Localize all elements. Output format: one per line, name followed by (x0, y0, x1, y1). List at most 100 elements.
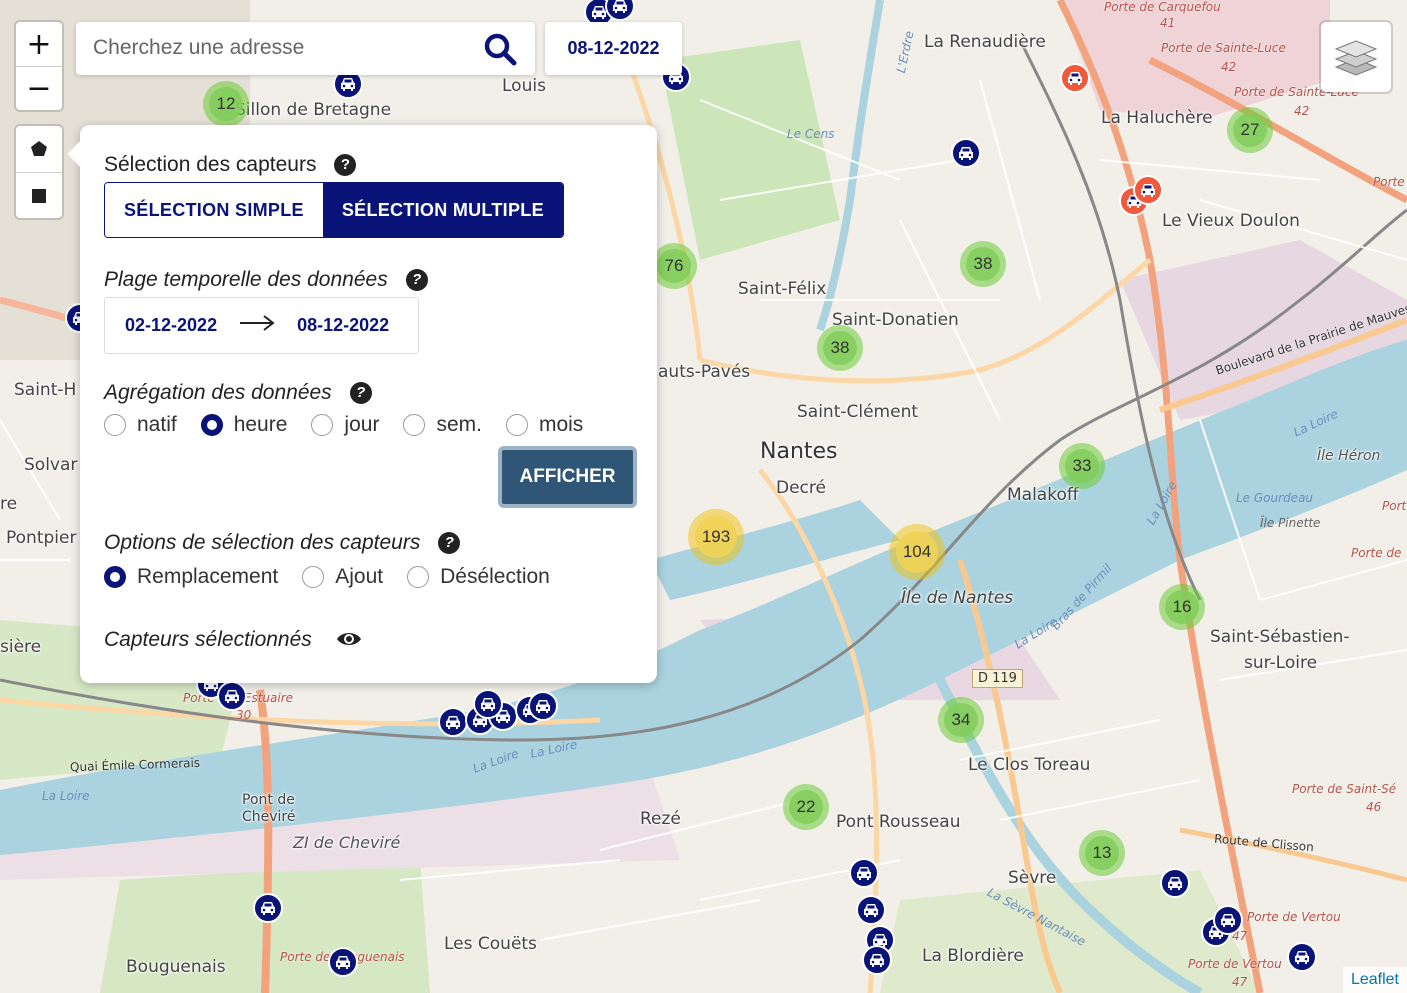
sensor-marker-car-icon[interactable] (862, 945, 892, 975)
gate-label: Porte de Sainte-Luce (1161, 41, 1286, 55)
zoom-control: + − (16, 22, 62, 110)
section-title: Capteurs sélectionnés (104, 628, 362, 655)
selection-option[interactable]: Désélection (407, 565, 550, 589)
date-range-picker[interactable]: 02-12-2022 08-12-2022 (104, 297, 419, 354)
sensor-cluster[interactable]: 12 (203, 81, 249, 127)
place-label: Pont Rousseau (836, 812, 961, 832)
sensor-marker-car-icon[interactable] (849, 858, 879, 888)
sensor-marker-car-icon[interactable] (328, 947, 358, 977)
layers-icon (1334, 40, 1378, 76)
radio-button[interactable] (403, 414, 426, 436)
radio-button-selected[interactable] (200, 414, 223, 436)
help-icon[interactable]: ? (349, 381, 372, 404)
attribution-link[interactable]: Leaflet (1342, 967, 1407, 993)
sensor-marker-car-icon[interactable] (951, 138, 981, 168)
sensor-marker-car-icon[interactable] (528, 691, 558, 721)
place-label: Île Héron (1317, 448, 1381, 464)
sensor-marker-car-icon[interactable] (1160, 868, 1190, 898)
aggregation-option[interactable]: jour (311, 413, 379, 437)
gate-label: Porte (1373, 175, 1405, 189)
sensor-marker-car-icon[interactable] (473, 689, 503, 719)
sensor-marker-car-icon[interactable] (253, 893, 283, 923)
place-label: Pont de (242, 792, 295, 808)
gate-label: Port (1382, 499, 1407, 513)
sensor-cluster[interactable]: 13 (1079, 830, 1125, 876)
place-label: Decré (776, 478, 826, 498)
aggregation-option[interactable]: heure (200, 413, 287, 437)
place-label: Pontpier (6, 528, 77, 548)
multiple-selection-button[interactable]: SÉLECTION MULTIPLE (322, 183, 563, 237)
help-icon[interactable]: ? (405, 268, 428, 291)
radio-button[interactable] (311, 414, 334, 436)
sensor-marker-car-icon[interactable] (1287, 942, 1317, 972)
place-label: Saint-Félix (738, 279, 827, 299)
search-icon[interactable] (483, 32, 517, 71)
place-label: Île de Nantes (901, 588, 1014, 608)
place-label: Île Pinette (1260, 516, 1321, 530)
sensor-marker-car-icon[interactable] (1133, 175, 1163, 205)
gate-number: 46 (1366, 800, 1382, 814)
sensor-cluster[interactable]: 22 (783, 784, 829, 830)
sensor-cluster[interactable]: 38 (817, 325, 863, 371)
gate-number: 30 (236, 708, 252, 722)
radio-button[interactable] (302, 566, 325, 588)
gate-label: Porte de Carquefou (1104, 0, 1221, 14)
selection-option[interactable]: Remplacement (104, 565, 278, 589)
show-button[interactable]: AFFICHER (498, 446, 637, 508)
sensor-marker-car-icon[interactable] (856, 895, 886, 925)
sensor-cluster[interactable]: 193 (688, 509, 744, 565)
help-icon[interactable]: ? (334, 153, 357, 176)
place-label: Bouguenais (126, 957, 226, 977)
radio-button[interactable] (505, 414, 528, 436)
aggregation-option[interactable]: sem. (403, 413, 482, 437)
gate-number: 42 (1221, 60, 1237, 74)
place-label: Le Vieux Doulon (1162, 211, 1300, 231)
sensor-cluster[interactable]: 76 (651, 243, 697, 289)
draw-toolbar (16, 126, 62, 218)
radio-button[interactable] (407, 566, 430, 588)
eye-icon[interactable] (336, 629, 362, 655)
zoom-in-button[interactable]: + (16, 22, 62, 66)
range-start: 02-12-2022 (125, 315, 218, 335)
layers-button[interactable] (1321, 22, 1391, 92)
water-label: Le Cens (787, 127, 835, 141)
radio-button[interactable] (104, 414, 126, 436)
zoom-out-button[interactable]: − (16, 66, 62, 110)
aggregation-option[interactable]: natif (104, 413, 177, 437)
place-label: Malakoff (1007, 485, 1079, 505)
place-label: Solvar (24, 455, 78, 475)
place-label: Sèvre (1008, 868, 1057, 888)
radio-button-selected[interactable] (104, 566, 126, 588)
sensor-cluster[interactable]: 27 (1227, 107, 1273, 153)
search-input[interactable] (93, 36, 473, 60)
water-label: La Loire (42, 789, 90, 803)
sensor-cluster[interactable]: 33 (1059, 443, 1105, 489)
polygon-icon (31, 141, 47, 156)
sensor-selection-panel: Sélection des capteurs? SÉLECTION SIMPLE… (67, 125, 657, 683)
place-label: Sillon de Bretagne (235, 100, 392, 120)
place-label: Rezé (640, 809, 681, 829)
aggregation-option[interactable]: mois (505, 413, 583, 437)
current-date[interactable]: 08-12-2022 (545, 22, 682, 75)
section-title: Sélection des capteurs? (104, 153, 357, 177)
simple-selection-button[interactable]: SÉLECTION SIMPLE (105, 183, 323, 237)
sensor-marker-car-icon[interactable] (1213, 905, 1243, 935)
place-label: Le Clos Toreau (968, 755, 1091, 775)
place-label: La Renaudière (924, 32, 1046, 52)
sensor-marker-car-icon[interactable] (1060, 63, 1090, 93)
draw-polygon-button[interactable] (16, 126, 62, 172)
gate-label: Porte de Vertou (1188, 957, 1282, 971)
sensor-cluster[interactable]: 104 (889, 524, 945, 580)
sensor-cluster[interactable]: 16 (1159, 584, 1205, 630)
help-icon[interactable]: ? (438, 531, 461, 554)
selection-option[interactable]: Ajout (302, 565, 383, 589)
sensor-cluster[interactable]: 34 (938, 697, 984, 743)
sensor-marker-car-icon[interactable] (217, 681, 247, 711)
sensor-marker-car-icon[interactable] (438, 707, 468, 737)
gate-number: 47 (1232, 975, 1248, 989)
sensor-cluster[interactable]: 38 (960, 241, 1006, 287)
place-label: Les Couëts (444, 934, 537, 954)
gate-number: 42 (1294, 104, 1310, 118)
draw-rectangle-button[interactable] (16, 172, 62, 218)
gate-label: Porte de (1351, 546, 1402, 560)
